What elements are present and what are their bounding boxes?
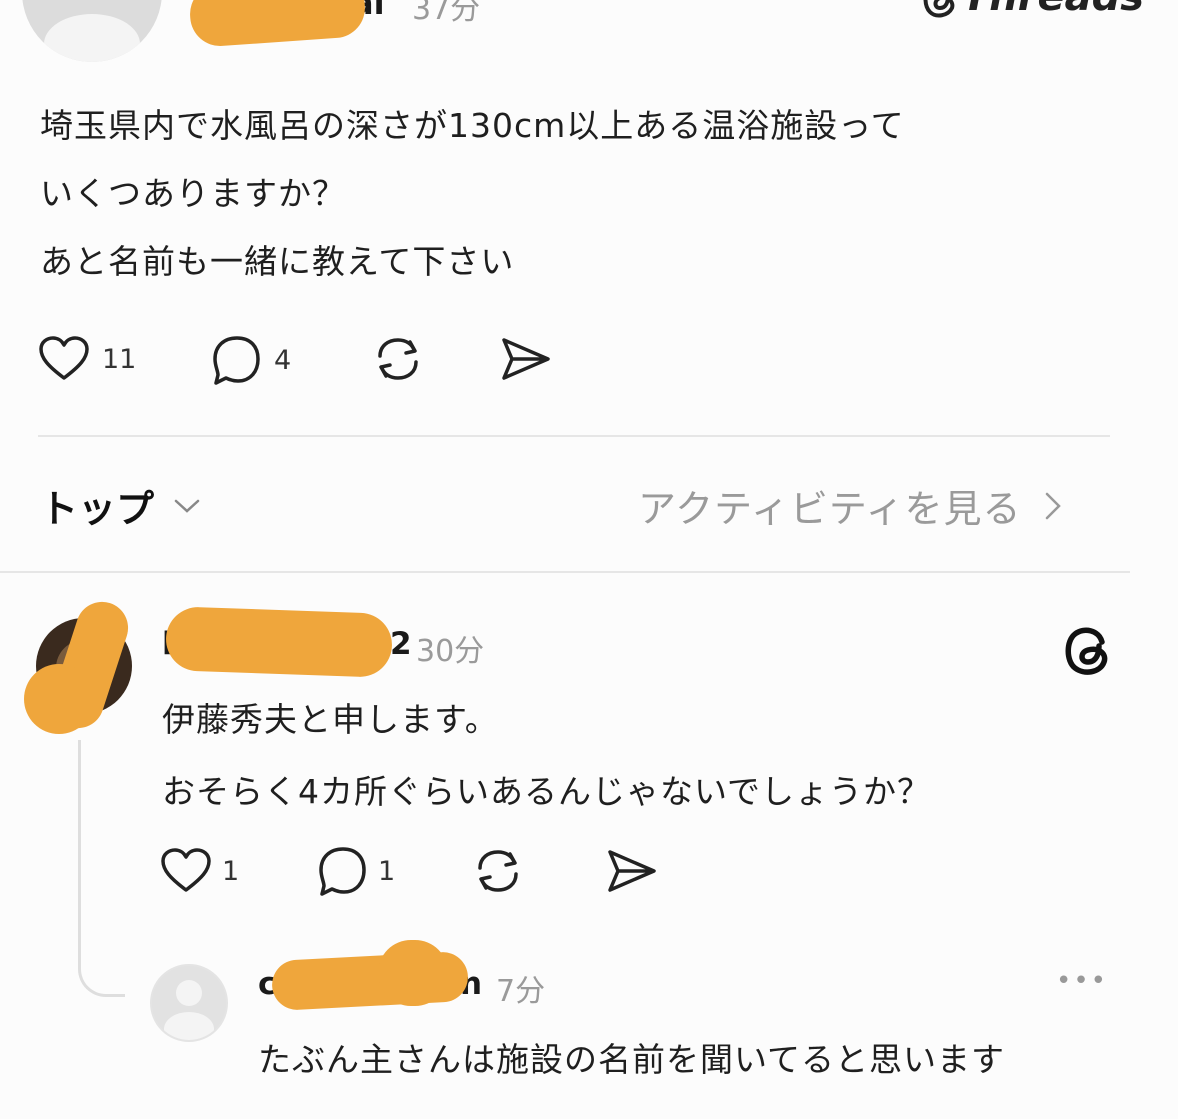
like-count: 1: [222, 855, 240, 887]
chevron-down-icon: [172, 496, 202, 516]
view-activity-link[interactable]: アクティビティを見る: [638, 478, 1064, 533]
post-repost-button[interactable]: [370, 334, 426, 384]
view-activity-label: アクティビティを見る: [638, 487, 1022, 531]
reply1-reply-button[interactable]: 1: [316, 846, 395, 896]
post-author-avatar[interactable]: [22, 0, 162, 62]
chevron-right-icon: [1042, 489, 1064, 523]
redaction-mark: [378, 940, 448, 1006]
reply1-repost-button[interactable]: [470, 846, 526, 896]
reply1-text-line: おそらく4カ所ぐらいあるんじゃないでしょうか？: [162, 772, 932, 811]
redaction-mark: [164, 606, 394, 678]
post-text-line: 埼玉県内で水風呂の深さが130cm以上ある温浴施設って: [40, 106, 905, 145]
post-divider: [38, 435, 1110, 437]
comment-icon: [210, 335, 262, 385]
reply2-avatar[interactable]: [150, 964, 228, 1042]
more-options-icon[interactable]: •••: [1056, 966, 1108, 996]
redaction-mark: [24, 664, 94, 734]
sort-divider: [0, 571, 1130, 573]
thread-connector-line: [78, 740, 125, 997]
reply1-like-button[interactable]: 1: [160, 848, 239, 894]
reply1-text-line: 伊藤秀夫と申します。: [162, 700, 499, 739]
reply-count: 4: [274, 344, 292, 376]
threads-wordmark: Threads: [962, 0, 1144, 20]
send-icon: [498, 336, 552, 382]
threads-logo-icon: [922, 0, 958, 18]
repost-icon: [470, 846, 526, 896]
post-reply-button[interactable]: 4: [210, 335, 291, 385]
reply1-timestamp: 30分: [416, 634, 485, 669]
post-share-button[interactable]: [498, 336, 552, 382]
reply1-body: 伊藤秀夫と申します。 おそらく4カ所ぐらいあるんじゃないでしょうか？: [162, 684, 1112, 828]
threads-icon[interactable]: [1062, 624, 1114, 678]
reply1-share-button[interactable]: [604, 848, 658, 894]
reply2-text-line: たぶん主さんは施設の名前を聞いてると思います: [258, 1040, 1006, 1079]
post-text-line: あと名前も一緒に教えて下さい: [40, 242, 515, 281]
post-text-line: いくつありますか？: [40, 174, 346, 213]
sort-dropdown[interactable]: トップ: [40, 478, 202, 533]
post-body: 埼玉県内で水風呂の深さが130cm以上ある温浴施設って いくつありますか？ あと…: [40, 92, 1140, 296]
like-count: 11: [102, 343, 137, 375]
post-like-button[interactable]: 11: [38, 336, 136, 382]
reply-count: 1: [378, 855, 396, 887]
send-icon: [604, 848, 658, 894]
heart-icon: [38, 336, 90, 382]
reply2-body: たぶん主さんは施設の名前を聞いてると思います: [258, 1026, 1138, 1094]
post-timestamp: 37分: [412, 0, 481, 27]
sort-label: トップ: [40, 487, 155, 531]
comment-icon: [316, 846, 368, 896]
reply1-username-end[interactable]: 2: [390, 626, 412, 662]
reply2-timestamp: 7分: [496, 974, 546, 1009]
repost-icon: [370, 334, 426, 384]
heart-icon: [160, 848, 212, 894]
redaction-mark: [188, 0, 367, 49]
